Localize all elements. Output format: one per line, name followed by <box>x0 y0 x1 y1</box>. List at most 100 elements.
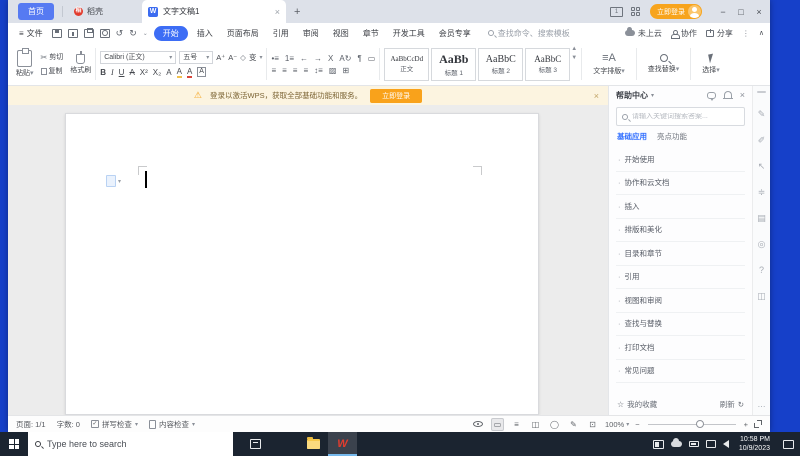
refresh-link[interactable]: 刷新 <box>720 399 735 410</box>
web-layout-button[interactable]: ◯ <box>548 418 561 431</box>
paragraph-button[interactable]: X <box>328 54 333 63</box>
help-topic-item[interactable]: · 常见问题 <box>616 360 745 383</box>
file-menu[interactable]: ≡ 文件 <box>14 28 48 39</box>
read-mode-icon[interactable]: ◫ <box>753 283 770 309</box>
content-check-toggle[interactable]: 内容检查 ▾ <box>148 419 195 430</box>
font-style-button[interactable]: B <box>100 68 106 77</box>
help-icon[interactable]: ? <box>753 257 770 283</box>
adjust-slider-icon[interactable]: ≑ <box>753 179 770 205</box>
eye-protection-icon[interactable] <box>473 421 484 427</box>
document-page[interactable]: ▾ <box>65 113 539 415</box>
taskbar-clock[interactable]: 10:58 PM 10/9/2023 <box>739 435 770 453</box>
tab-docer[interactable]: 稻 稻壳 <box>65 0 112 23</box>
panel-drag-handle[interactable] <box>757 91 766 93</box>
zoom-slider-knob[interactable] <box>696 420 704 428</box>
battery-tray-icon[interactable] <box>688 441 699 447</box>
edge-taskbar-button[interactable] <box>270 432 299 456</box>
collaborate-button[interactable]: 协作 <box>670 28 697 39</box>
font-style-button[interactable]: U <box>119 68 125 77</box>
taskbar-search[interactable] <box>28 432 233 456</box>
zoom-in-button[interactable]: + <box>744 420 748 429</box>
volume-tray-icon[interactable] <box>722 440 729 448</box>
ribbon-tab[interactable]: 插入 <box>190 26 220 41</box>
styles-scroll-down-icon[interactable]: ▼ <box>571 55 577 61</box>
maximize-button[interactable]: □ <box>732 7 750 17</box>
apps-grid-icon[interactable] <box>631 7 640 16</box>
tab-document[interactable]: W 文字文稿1 × <box>142 0 286 23</box>
spell-check-toggle[interactable]: ✓ 拼写检查 ▾ <box>90 419 138 430</box>
new-tab-button[interactable]: + <box>294 6 300 18</box>
ribbon-tab[interactable]: 引用 <box>266 26 296 41</box>
clear-format-button[interactable]: ◇ <box>240 53 246 62</box>
onedrive-tray-icon[interactable] <box>670 438 682 447</box>
feedback-chat-icon[interactable] <box>706 91 716 101</box>
bell-icon[interactable] <box>722 91 733 99</box>
grow-font-button[interactable]: A⁺ <box>216 53 225 62</box>
action-center-icon[interactable] <box>783 439 794 449</box>
customize-toolbar-icon[interactable]: ⌄ <box>143 30 148 37</box>
print-icon[interactable] <box>83 27 94 38</box>
undo-icon[interactable]: ↺ <box>116 28 124 39</box>
command-search[interactable] <box>487 28 584 38</box>
tab-basic-usage[interactable]: 基础应用 <box>617 131 647 142</box>
font-style-button[interactable]: A <box>176 67 182 78</box>
paragraph-button[interactable]: •≡ <box>271 54 278 63</box>
cloud-status[interactable]: 未上云 <box>624 27 662 39</box>
font-style-button[interactable]: A <box>197 67 206 77</box>
fit-page-button[interactable]: ⊡ <box>586 418 599 431</box>
ribbon-tab[interactable]: 章节 <box>356 26 386 41</box>
paragraph-button[interactable]: ▭ <box>368 54 376 63</box>
stamp-icon[interactable]: ◎ <box>753 231 770 257</box>
change-case-button[interactable]: 变 <box>249 52 257 63</box>
help-topic-item[interactable]: · 查找与替换 <box>616 313 745 336</box>
close-window-button[interactable]: × <box>750 7 768 17</box>
ribbon-tab[interactable]: 开始 <box>153 25 188 41</box>
style-preset[interactable]: AaBbC 标题 3 <box>525 47 571 81</box>
paragraph-button[interactable]: 1≡ <box>285 54 294 63</box>
help-topic-item[interactable]: · 开始使用 <box>616 148 745 172</box>
notification-close-icon[interactable]: × <box>594 91 599 101</box>
redo-icon[interactable]: ↻ <box>129 28 137 39</box>
format-painter-button[interactable]: 格式刷 <box>70 50 91 75</box>
login-button[interactable]: 立即登录 <box>650 4 702 19</box>
help-topic-item[interactable]: · 引用 <box>616 266 745 289</box>
dropdown-icon[interactable]: ▾ <box>651 92 654 99</box>
zoom-slider[interactable] <box>647 420 736 428</box>
paragraph-button[interactable]: → <box>314 54 322 63</box>
file-explorer-button[interactable] <box>299 432 328 456</box>
select-button[interactable]: 选择▾ <box>695 46 727 82</box>
alignment-button[interactable]: ≡ <box>303 66 308 75</box>
styles-scroll-up-icon[interactable]: ▲ <box>571 46 577 52</box>
task-view-button[interactable] <box>241 432 270 456</box>
start-button[interactable] <box>0 432 28 456</box>
help-search-input[interactable] <box>632 113 739 120</box>
zoom-out-button[interactable]: − <box>635 420 639 429</box>
help-topic-item[interactable]: · 打印文档 <box>616 336 745 360</box>
window-manager-icon[interactable]: 1 <box>610 6 623 17</box>
edit-pen-icon[interactable]: ✐ <box>753 127 770 153</box>
font-style-button[interactable]: X₂ <box>153 68 161 77</box>
tab-highlight-features[interactable]: 亮点功能 <box>657 131 687 142</box>
ribbon-tab[interactable]: 视图 <box>326 26 356 41</box>
alignment-button[interactable]: ▨ <box>329 66 337 75</box>
ribbon-tab[interactable]: 会员专享 <box>432 26 478 41</box>
outline-view-button[interactable]: ≡ <box>510 418 523 431</box>
font-style-button[interactable]: X² <box>140 68 148 77</box>
alignment-button[interactable]: ↕≡ <box>314 66 323 75</box>
help-topic-item[interactable]: · 视图和审阅 <box>616 289 745 313</box>
style-preset[interactable]: AaBbCcDd 正文 <box>384 47 430 81</box>
font-style-button[interactable]: A <box>129 68 134 77</box>
help-topic-item[interactable]: · 插入 <box>616 195 745 219</box>
ribbon-tab[interactable]: 开发工具 <box>386 26 432 41</box>
alignment-button[interactable]: ≡ <box>293 66 298 75</box>
writer-mode-button[interactable]: ✎ <box>567 418 580 431</box>
refresh-icon[interactable]: ↻ <box>738 400 744 409</box>
font-style-button[interactable]: A <box>166 68 171 77</box>
paragraph-button[interactable]: ← <box>300 54 308 63</box>
page-widget[interactable]: ▾ <box>106 175 121 187</box>
favorites-link[interactable]: 我的收藏 <box>627 399 657 410</box>
taskbar-search-input[interactable] <box>47 439 226 449</box>
help-search-box[interactable] <box>616 107 745 126</box>
page-view-button[interactable]: ▭ <box>491 417 505 431</box>
network-tray-icon[interactable] <box>705 440 716 448</box>
